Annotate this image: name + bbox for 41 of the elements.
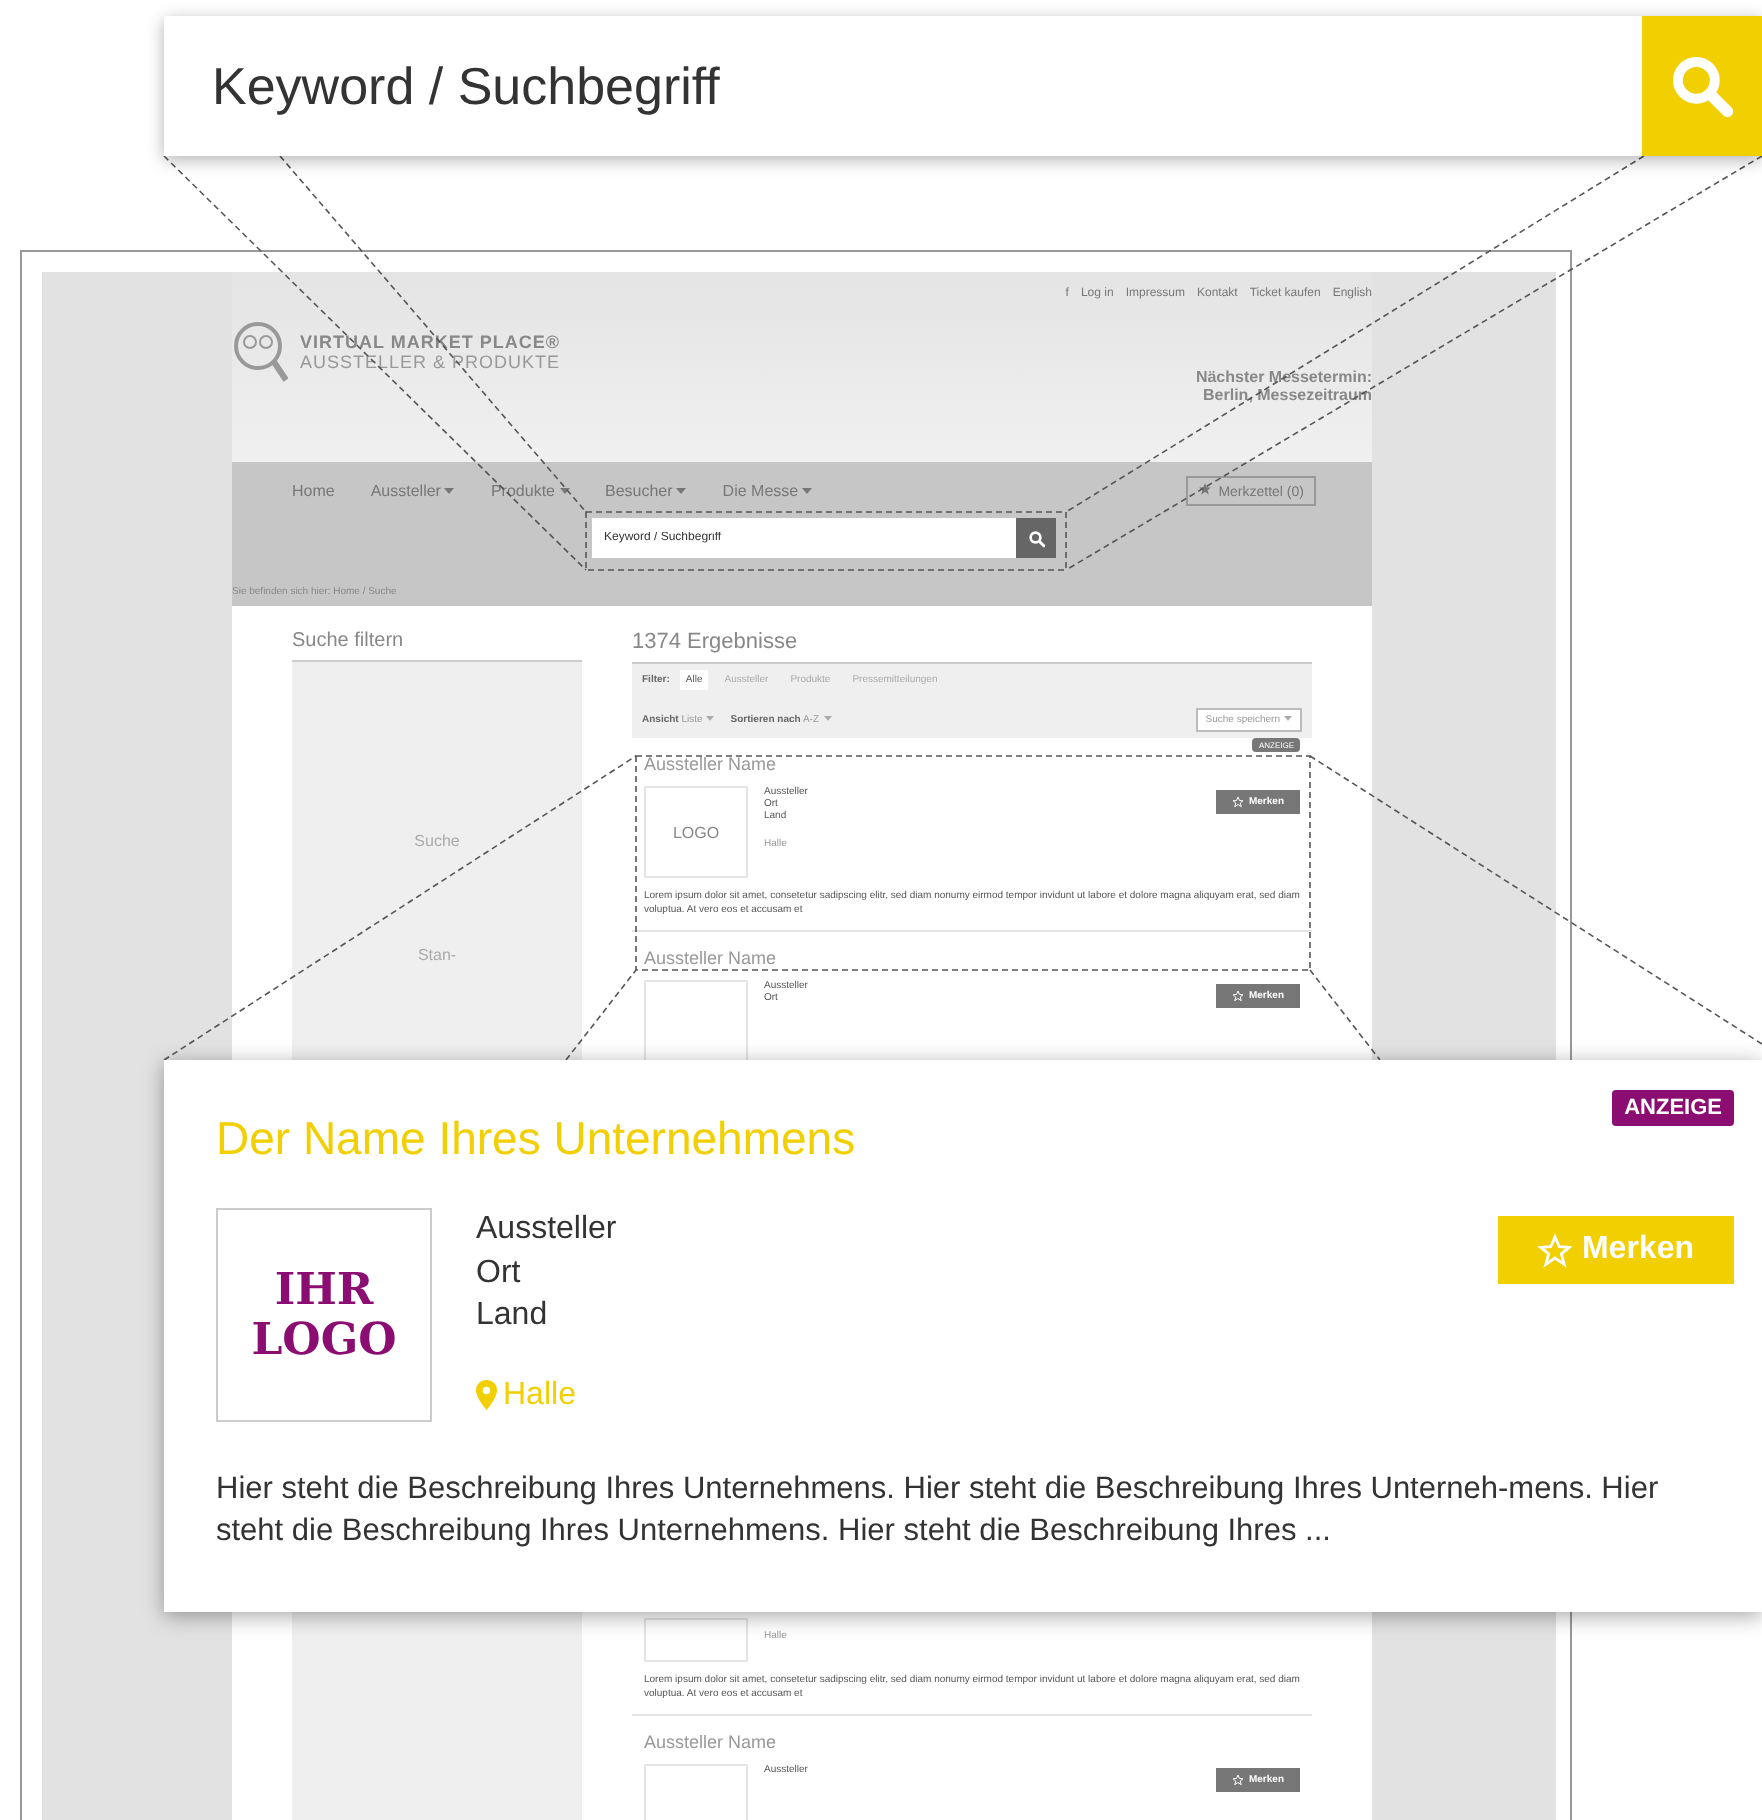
star-icon (1232, 990, 1245, 1002)
logo-text: IHR LOGO (251, 1266, 397, 1364)
star-icon (1232, 796, 1245, 808)
star-icon (1232, 1774, 1245, 1786)
caret-icon (706, 716, 715, 722)
nav-item[interactable]: Besucher (605, 481, 687, 499)
exhibitor-name: Aussteller Name (644, 1732, 779, 1752)
company-name: Der Name Ihres Unternehmens (216, 1112, 858, 1166)
caret-icon (444, 487, 455, 494)
nav-item[interactable]: Die Messe (722, 481, 813, 499)
logo-frame (644, 1618, 748, 1662)
nav-item[interactable]: Produkte (490, 481, 569, 499)
logo-title: VIRTUAL MARKET PLACE® (300, 332, 561, 352)
description-text: Hier steht die Beschreibung Ihres Unternehmens. Hier steht die Beschreibung Ihres Unterneh-mens. Hier steht die Beschreibung Ihres Unternehmens. Hier steht die Beschreibung Ihres ... (216, 1470, 1660, 1552)
filter-label: Stan- (417, 946, 457, 964)
star-icon (1198, 481, 1213, 495)
nav-item[interactable]: Aussteller (370, 481, 455, 499)
search-icon (1668, 52, 1736, 120)
filter-label: Suche (414, 832, 460, 850)
caret-icon (1284, 716, 1292, 722)
exhibitor-detail: Aussteller (476, 1210, 617, 1250)
ad-badge: ANZEIGE (1612, 1090, 1734, 1126)
search-button[interactable] (1016, 518, 1056, 558)
logo-text: LOGO (672, 823, 720, 841)
exhibitor-name: Aussteller Name (644, 754, 779, 774)
search-field[interactable]: Keyword / Suchbegriff (164, 16, 1642, 156)
star-icon (1537, 1233, 1572, 1267)
location-pin-icon (476, 1380, 497, 1411)
caret-icon (823, 716, 831, 722)
next-date-text: Nächster Messetermin: (1195, 368, 1372, 386)
caret-icon (559, 487, 569, 494)
logo-icon (232, 320, 288, 384)
search-icon (1027, 529, 1045, 547)
next-date-text: Berlin, Messezeitraum (1201, 386, 1372, 404)
exhibitor-detail: Land (476, 1296, 550, 1337)
logo-subtitle: AUSSTELLER & PRODUKTE (300, 352, 561, 372)
exhibitor-name: Aussteller Name (644, 948, 779, 968)
caret-icon (676, 487, 687, 494)
caret-icon (802, 487, 813, 494)
exhibitor-detail: Ort (476, 1253, 523, 1294)
nav-item[interactable]: Home (292, 481, 335, 499)
